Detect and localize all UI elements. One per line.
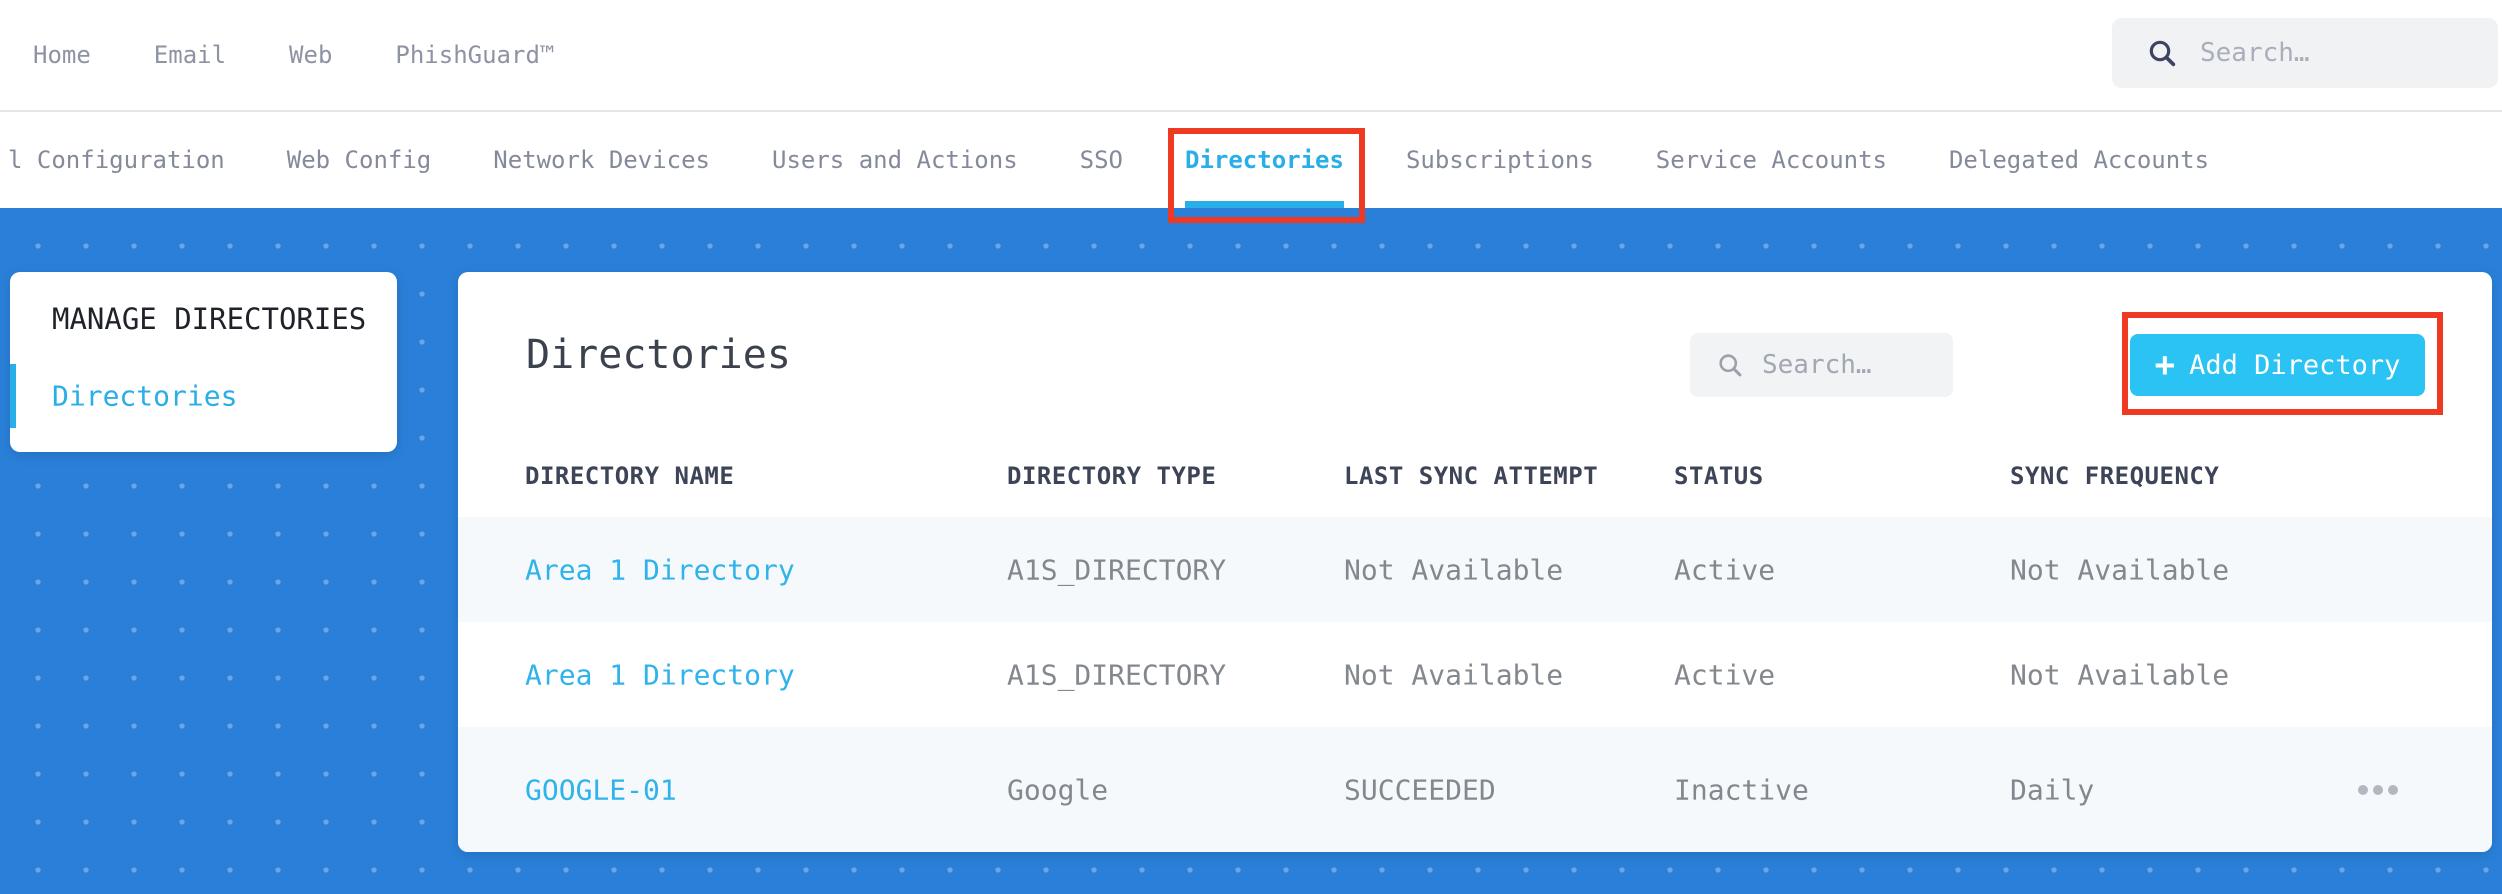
page-title: Directories — [526, 332, 791, 378]
sidebar-card: MANAGE DIRECTORIES Directories — [10, 272, 397, 452]
status-cell: Active — [1674, 658, 1776, 691]
directory-name-link[interactable]: Area 1 Directory — [525, 658, 795, 691]
search-icon — [2149, 40, 2176, 67]
tab-subscriptions[interactable]: Subscriptions — [1406, 112, 1594, 208]
sync-frequency-cell: Not Available — [2010, 553, 2230, 586]
tab-network-devices[interactable]: Network Devices — [493, 112, 710, 208]
nav-item-email[interactable]: Email — [154, 41, 226, 69]
sidebar-title: MANAGE DIRECTORIES — [52, 302, 367, 336]
last-sync-cell: Not Available — [1344, 553, 1564, 586]
directory-type-cell: A1S_DIRECTORY — [1007, 658, 1227, 691]
active-indicator-bar — [10, 364, 16, 428]
column-header-directory-type: DIRECTORY TYPE — [1007, 462, 1217, 490]
column-header-last-sync-attempt: LAST SYNC ATTEMPT — [1344, 462, 1599, 490]
column-header-status: STATUS — [1674, 462, 1764, 490]
tab-service-accounts[interactable]: Service Accounts — [1656, 112, 1887, 208]
sync-frequency-cell: Not Available — [2010, 658, 2230, 691]
primary-nav: Home Email Web PhishGuard™ — [33, 0, 554, 110]
directory-name-link[interactable]: Area 1 Directory — [525, 553, 795, 586]
plus-icon: + — [2154, 345, 2176, 385]
more-options-icon[interactable] — [2354, 777, 2402, 803]
nav-item-home[interactable]: Home — [33, 41, 91, 69]
global-search[interactable] — [2112, 18, 2498, 88]
sync-frequency-cell: Daily — [2010, 773, 2095, 806]
tab-users-and-actions[interactable]: Users and Actions — [772, 112, 1018, 208]
nav-item-phishguard[interactable]: PhishGuard™ — [395, 41, 554, 69]
content-area: MANAGE DIRECTORIES Directories Directori… — [0, 208, 2502, 894]
directories-search[interactable] — [1690, 333, 1953, 397]
directory-name-link[interactable]: GOOGLE-01 — [525, 773, 677, 806]
sidebar-item-label: Directories — [52, 379, 238, 413]
secondary-nav-tabs: l Configuration Web Config Network Devic… — [8, 112, 2209, 208]
nav-item-web[interactable]: Web — [289, 41, 332, 69]
table-header-row: DIRECTORY NAME DIRECTORY TYPE LAST SYNC … — [458, 462, 2492, 502]
status-cell: Active — [1674, 553, 1776, 586]
app-root: Home Email Web PhishGuard™ l Configurati… — [0, 0, 2502, 894]
column-header-directory-name: DIRECTORY NAME — [525, 462, 735, 490]
secondary-nav: l Configuration Web Config Network Devic… — [0, 112, 2502, 208]
table-row: GOOGLE-01 Google SUCCEEDED Inactive Dail… — [458, 727, 2492, 852]
tab-web-config[interactable]: Web Config — [287, 112, 432, 208]
tab-directories[interactable]: Directories — [1185, 112, 1344, 208]
last-sync-cell: Not Available — [1344, 658, 1564, 691]
search-icon — [1719, 354, 1742, 377]
directories-panel: Directories + Add Directory DIRECTORY NA… — [458, 272, 2492, 852]
top-bar: Home Email Web PhishGuard™ — [0, 0, 2502, 112]
tab-sso[interactable]: SSO — [1080, 112, 1123, 208]
active-tab-underline — [1185, 201, 1344, 208]
last-sync-cell: SUCCEEDED — [1344, 773, 1496, 806]
column-header-sync-frequency: SYNC FREQUENCY — [2010, 462, 2220, 490]
directories-search-input[interactable] — [1762, 350, 1942, 380]
tab-email-configuration[interactable]: l Configuration — [8, 112, 225, 208]
global-search-input[interactable] — [2200, 38, 2490, 68]
tab-delegated-accounts[interactable]: Delegated Accounts — [1949, 112, 2209, 208]
table-row: Area 1 Directory A1S_DIRECTORY Not Avail… — [458, 622, 2492, 727]
directory-type-cell: A1S_DIRECTORY — [1007, 553, 1227, 586]
directory-type-cell: Google — [1007, 773, 1109, 806]
sidebar-item-directories[interactable]: Directories — [10, 364, 397, 428]
tab-directories-label: Directories — [1185, 146, 1344, 174]
status-cell: Inactive — [1674, 773, 1809, 806]
add-directory-button[interactable]: + Add Directory — [2130, 334, 2425, 396]
add-directory-label: Add Directory — [2189, 349, 2401, 381]
table-row: Area 1 Directory A1S_DIRECTORY Not Avail… — [458, 517, 2492, 622]
